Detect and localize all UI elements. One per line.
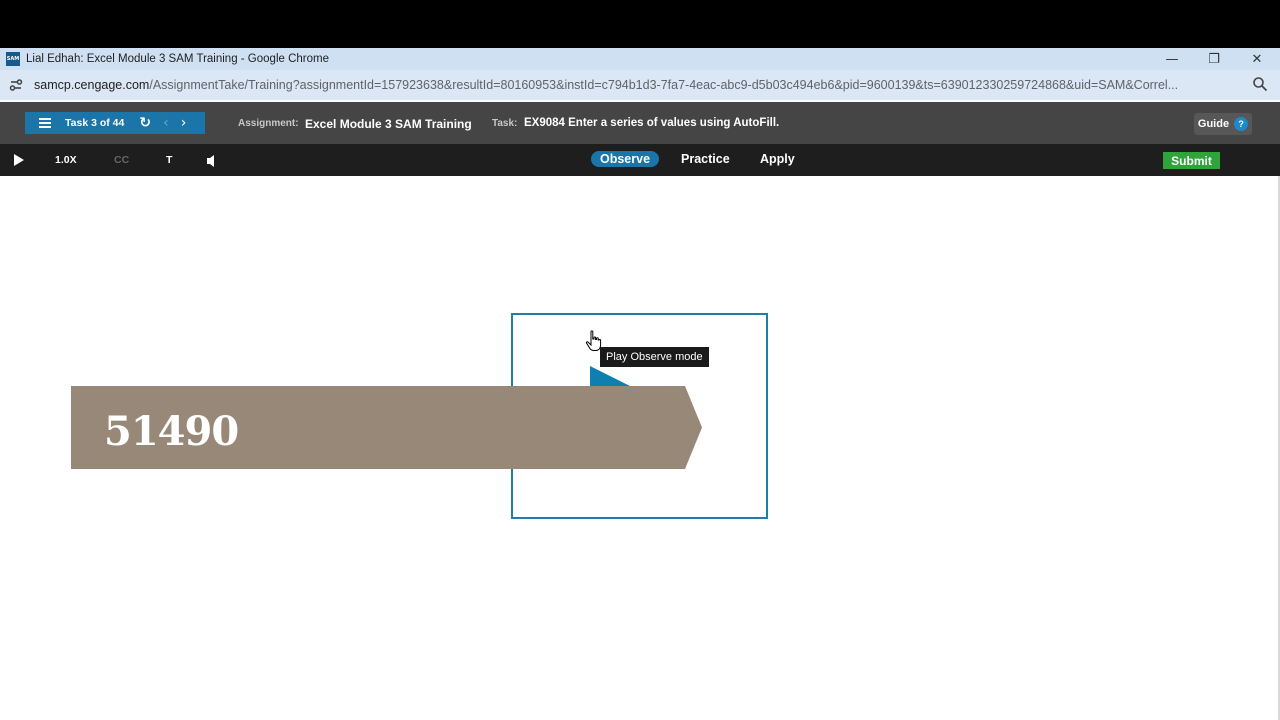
assignment-name: Excel Module 3 SAM Training (305, 117, 472, 131)
zoom-icon[interactable] (1252, 76, 1270, 94)
url-text[interactable]: samcp.cengage.com/AssignmentTake/Trainin… (34, 78, 1234, 92)
close-icon[interactable]: ✕ (1237, 48, 1277, 70)
task-key-label: Task: (492, 118, 518, 129)
sam-controls: 1.0X CC T Observe Practice Apply Submit (0, 144, 1280, 176)
task-navigator: Task 3 of 44 ↻ ‹ › (25, 112, 205, 134)
help-icon: ? (1234, 117, 1249, 131)
sam-header: Task 3 of 44 ↻ ‹ › Assignment: Excel Mod… (0, 100, 1280, 144)
guide-button[interactable]: Guide ? (1194, 113, 1252, 135)
window-title: Lial Edhah: Excel Module 3 SAM Training … (26, 53, 329, 65)
assignment-label: Assignment: (238, 118, 299, 129)
task-counter: Task 3 of 44 (65, 117, 125, 129)
url-host: samcp.cengage.com (34, 78, 150, 92)
tab-observe[interactable]: Observe (591, 151, 660, 167)
hand-cursor-icon (585, 330, 603, 357)
speed-button[interactable]: 1.0X (55, 154, 77, 166)
restore-icon[interactable]: ❐ (1194, 48, 1234, 70)
reset-icon[interactable]: ↻ (139, 115, 151, 131)
tab-practice[interactable]: Practice (681, 152, 730, 166)
window-titlebar[interactable]: SAM Lial Edhah: Excel Module 3 SAM Train… (0, 48, 1280, 70)
captions-button[interactable]: CC (114, 154, 129, 166)
play-icon[interactable] (14, 154, 24, 166)
text-button[interactable]: T (166, 154, 172, 166)
sam-favicon-icon: SAM (6, 52, 20, 66)
minimize-icon[interactable]: — (1152, 48, 1192, 70)
tooltip: Play Observe mode (600, 347, 709, 367)
screen: SAM Lial Edhah: Excel Module 3 SAM Train… (0, 0, 1280, 720)
next-task-icon[interactable]: › (181, 115, 187, 131)
address-bar[interactable]: samcp.cengage.com/AssignmentTake/Trainin… (0, 70, 1280, 100)
menu-icon[interactable] (39, 118, 51, 128)
banner-value: 51490 (104, 408, 239, 455)
volume-icon[interactable] (207, 154, 217, 172)
url-path: /AssignmentTake/Training?assignmentId=15… (149, 78, 1179, 92)
task-description: EX9084 Enter a series of values using Au… (524, 117, 780, 129)
tab-apply[interactable]: Apply (760, 152, 795, 166)
prev-task-icon[interactable]: ‹ (163, 115, 169, 131)
guide-label: Guide (1197, 118, 1230, 130)
submit-button[interactable]: Submit (1163, 152, 1220, 169)
site-info-icon[interactable] (7, 76, 25, 94)
